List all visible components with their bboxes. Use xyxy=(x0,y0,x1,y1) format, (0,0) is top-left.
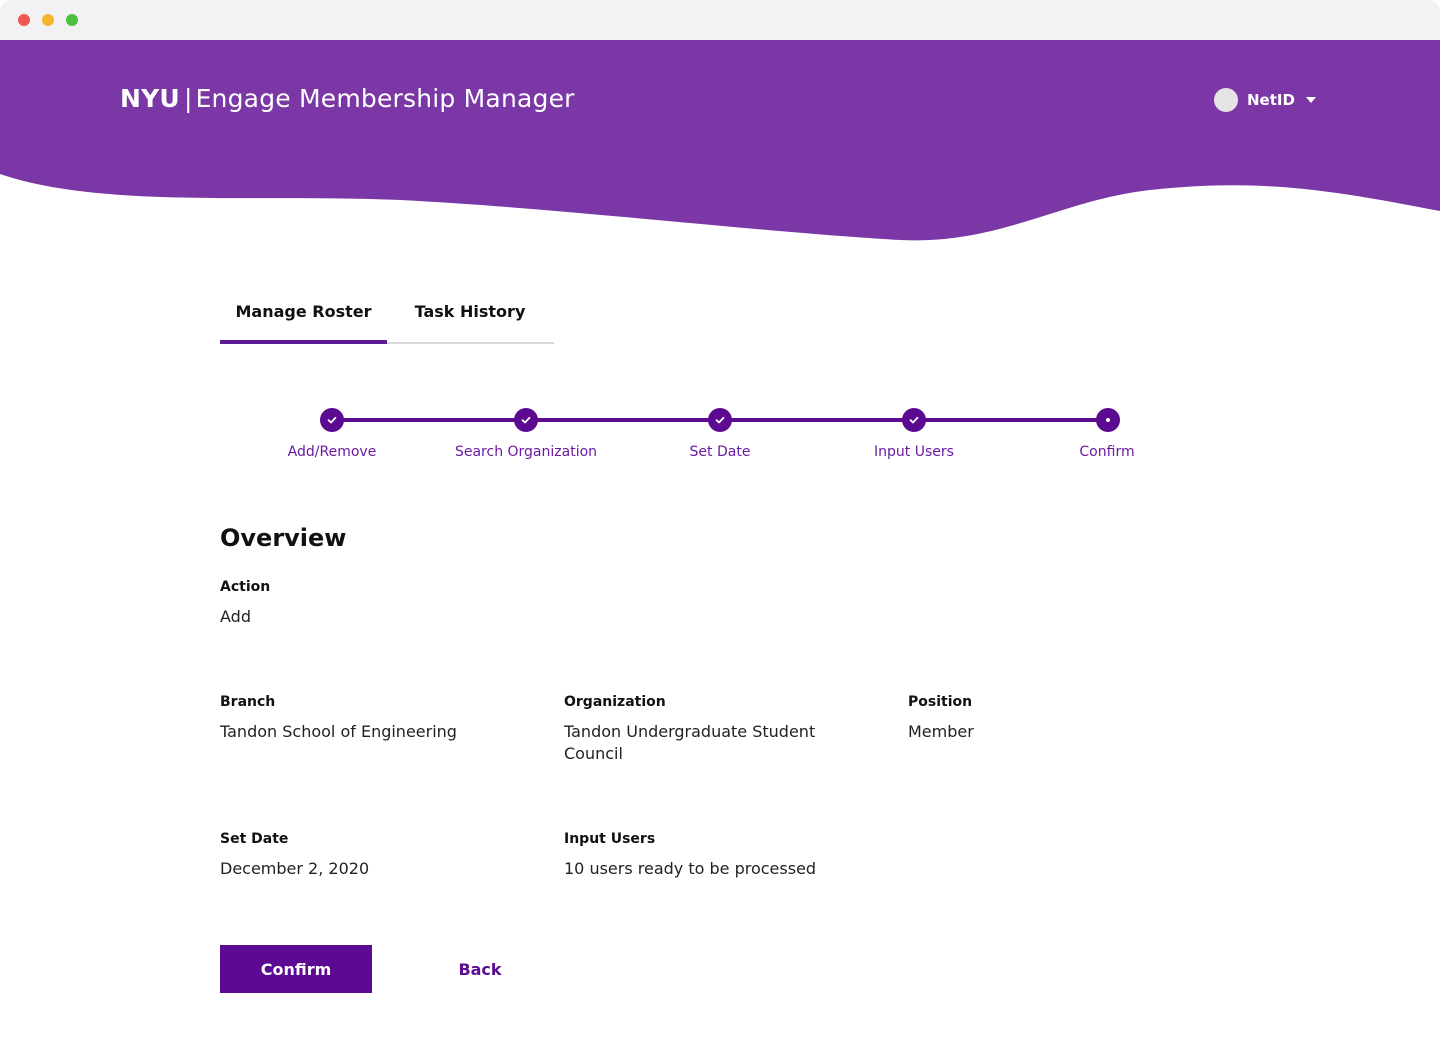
step-label-confirm[interactable]: Confirm xyxy=(1079,444,1134,460)
window-title-bar xyxy=(0,0,1440,40)
app-brand: NYU | Engage Membership Manager xyxy=(120,84,575,113)
branch-value: Tandon School of Engineering xyxy=(220,722,457,741)
organization-label: Organization xyxy=(564,694,666,710)
brand-separator: | xyxy=(183,84,193,113)
step-label-search-organization[interactable]: Search Organization xyxy=(455,444,597,460)
tab-bar: Manage Roster Task History xyxy=(220,296,554,344)
set-date-label: Set Date xyxy=(220,831,289,847)
brand-logo-text: NYU xyxy=(120,84,180,113)
back-button[interactable]: Back xyxy=(420,945,540,993)
overview-heading: Overview xyxy=(220,524,347,552)
window-minimize-button[interactable] xyxy=(42,14,54,26)
window-maximize-button[interactable] xyxy=(66,14,78,26)
action-value: Add xyxy=(220,607,251,626)
progress-stepper: Add/Remove Search Organization Set Date … xyxy=(0,400,1440,470)
step-label-add-remove[interactable]: Add/Remove xyxy=(288,444,377,460)
window-close-button[interactable] xyxy=(18,14,30,26)
tab-task-history[interactable]: Task History xyxy=(400,296,540,344)
step-label-input-users[interactable]: Input Users xyxy=(874,444,954,460)
step-complete-check-icon[interactable] xyxy=(708,408,732,432)
input-users-value: 10 users ready to be processed xyxy=(564,859,817,878)
user-menu[interactable]: NetID xyxy=(1214,88,1316,112)
caret-down-icon xyxy=(1305,97,1316,103)
user-netid-label: NetID xyxy=(1247,91,1295,109)
step-label-set-date[interactable]: Set Date xyxy=(690,444,751,460)
organization-value-line2: Council xyxy=(564,744,623,763)
set-date-value: December 2, 2020 xyxy=(220,859,370,878)
step-complete-check-icon[interactable] xyxy=(902,408,926,432)
organization-value-line1: Tandon Undergraduate Student xyxy=(564,722,816,741)
action-label: Action xyxy=(220,579,271,595)
position-label: Position xyxy=(908,694,973,710)
confirm-button[interactable]: Confirm xyxy=(220,945,372,993)
tab-manage-roster[interactable]: Manage Roster xyxy=(220,296,387,344)
step-complete-check-icon[interactable] xyxy=(320,408,344,432)
step-current-dot-icon[interactable] xyxy=(1096,408,1120,432)
avatar xyxy=(1214,88,1238,112)
app-title: Engage Membership Manager xyxy=(195,84,575,113)
input-users-label: Input Users xyxy=(564,831,656,847)
step-complete-check-icon[interactable] xyxy=(514,408,538,432)
header-wave-background xyxy=(0,40,1440,241)
position-value: Member xyxy=(908,722,974,741)
branch-label: Branch xyxy=(220,694,276,710)
